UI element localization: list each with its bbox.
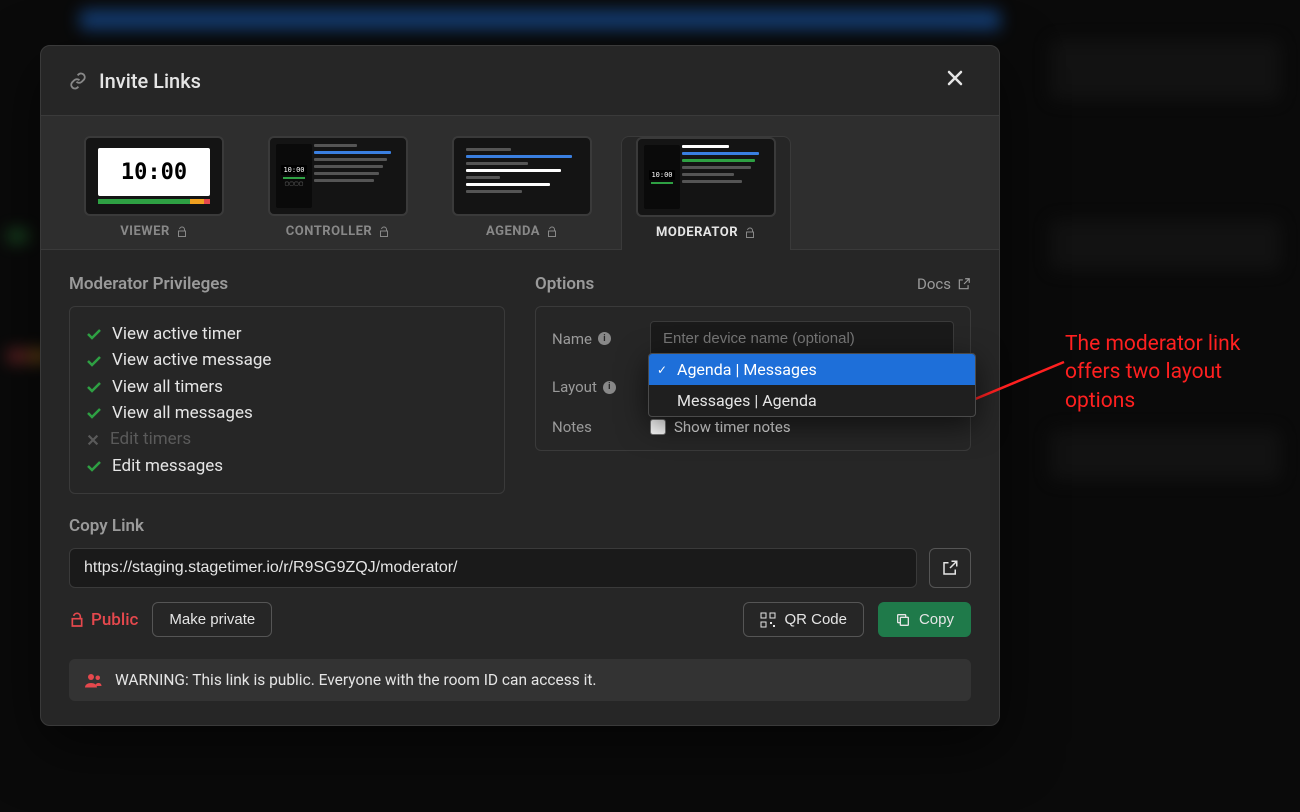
modal-title-row: Invite Links [69, 69, 201, 93]
public-badge: Public [69, 610, 138, 630]
tab-viewer[interactable]: 10:00 VIEWER [69, 136, 239, 249]
check-icon [86, 405, 102, 421]
link-icon [69, 72, 87, 90]
priv-item-disabled: Edit timers [86, 426, 488, 452]
check-icon [86, 326, 102, 342]
docs-link[interactable]: Docs [917, 275, 971, 293]
layout-option-1[interactable]: Messages | Agenda [649, 385, 975, 416]
name-label: Namei [552, 330, 642, 348]
notes-checkbox[interactable] [650, 419, 666, 435]
preview-agenda [452, 136, 592, 216]
name-input[interactable] [650, 321, 954, 356]
preview-moderator: 10:00 [636, 137, 776, 217]
unlock-icon [546, 226, 558, 238]
tab-label: VIEWER [120, 224, 170, 239]
options-column: Options Docs Namei Layouti Notes [535, 274, 971, 494]
info-icon: i [603, 381, 616, 394]
check-icon [86, 458, 102, 474]
tab-label: CONTROLLER [286, 224, 373, 239]
tab-controller[interactable]: 10:00▢▢▢▢ CONTROLLER [253, 136, 423, 249]
external-icon [957, 277, 971, 291]
annotation-text: The moderator link offers two layout opt… [1065, 330, 1275, 415]
tab-moderator[interactable]: 10:00 MODERATOR [621, 136, 791, 250]
modal-header: Invite Links [41, 46, 999, 116]
link-url-input[interactable] [69, 548, 917, 588]
info-icon: i [598, 332, 611, 345]
options-title: Options [535, 274, 594, 294]
copy-link-title: Copy Link [69, 516, 971, 536]
make-private-button[interactable]: Make private [152, 602, 272, 637]
qr-code-button[interactable]: QR Code [743, 602, 864, 637]
qr-icon [760, 612, 776, 628]
options-panel: Namei Layouti Notes Show timer notes [535, 306, 971, 451]
preview-controller: 10:00▢▢▢▢ [268, 136, 408, 216]
x-icon [86, 433, 100, 447]
check-icon: ✓ [657, 363, 667, 377]
warning-banner: WARNING: This link is public. Everyone w… [69, 659, 971, 701]
notes-label: Notes [552, 418, 642, 436]
privileges-title: Moderator Privileges [69, 274, 505, 294]
open-link-button[interactable] [929, 548, 971, 588]
priv-item: View active timer [86, 321, 488, 347]
layout-label: Layouti [552, 378, 642, 396]
unlock-icon [176, 226, 188, 238]
tab-agenda[interactable]: AGENDA [437, 136, 607, 249]
layout-dropdown[interactable]: ✓ Agenda | Messages Messages | Agenda [648, 353, 976, 417]
invite-links-modal: Invite Links 10:00 VIEWER 10:00▢▢▢▢ [40, 45, 1000, 726]
notes-checkbox-label: Show timer notes [674, 418, 791, 436]
close-button[interactable] [939, 66, 971, 95]
modal-title: Invite Links [99, 69, 201, 93]
copy-button[interactable]: Copy [878, 602, 971, 637]
unlock-icon [744, 227, 756, 239]
layout-option-0[interactable]: ✓ Agenda | Messages [649, 354, 975, 385]
unlock-icon [69, 612, 85, 628]
check-icon [86, 379, 102, 395]
privileges-panel: View active timer View active message Vi… [69, 306, 505, 494]
users-icon [85, 672, 103, 688]
privileges-column: Moderator Privileges View active timer V… [69, 274, 505, 494]
copy-icon [895, 612, 911, 628]
unlock-icon [378, 226, 390, 238]
preview-viewer: 10:00 [84, 136, 224, 216]
privileges-list: View active timer View active message Vi… [86, 321, 488, 479]
external-icon [941, 559, 959, 577]
tab-strip: 10:00 VIEWER 10:00▢▢▢▢ [41, 116, 999, 250]
priv-item: View all timers [86, 374, 488, 400]
tab-label: MODERATOR [656, 225, 738, 240]
priv-item: Edit messages [86, 453, 488, 479]
warning-text: WARNING: This link is public. Everyone w… [115, 671, 597, 689]
priv-item: View all messages [86, 400, 488, 426]
tab-label: AGENDA [486, 224, 540, 239]
check-icon [86, 353, 102, 369]
close-icon [947, 70, 963, 86]
priv-item: View active message [86, 347, 488, 373]
